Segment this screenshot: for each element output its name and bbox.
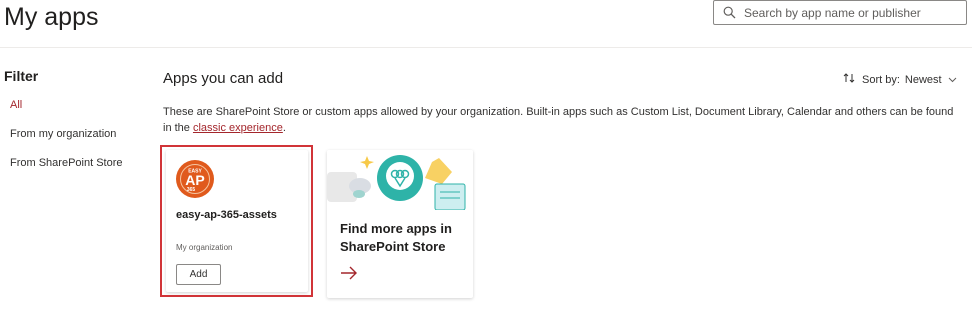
section-title: Apps you can add bbox=[163, 70, 284, 87]
chevron-down-icon bbox=[948, 77, 957, 83]
description-text: These are SharePoint Store or custom app… bbox=[163, 104, 963, 136]
filter-item-my-organization[interactable]: From my organization bbox=[10, 128, 116, 140]
header-divider bbox=[0, 47, 972, 48]
filter-item-sharepoint-store[interactable]: From SharePoint Store bbox=[10, 157, 123, 169]
sort-value: Newest bbox=[904, 73, 942, 86]
sort-control[interactable]: Sort by: Newest bbox=[843, 72, 957, 87]
selection-highlight bbox=[160, 145, 313, 297]
filter-item-all[interactable]: All bbox=[10, 99, 22, 111]
search-box[interactable] bbox=[713, 0, 967, 25]
page-title: My apps bbox=[4, 3, 99, 31]
classic-experience-link[interactable]: classic experience bbox=[193, 122, 283, 134]
filter-title: Filter bbox=[4, 68, 39, 84]
arrow-right-icon[interactable] bbox=[340, 266, 358, 285]
store-illustration-icon bbox=[327, 150, 473, 210]
description-suffix: . bbox=[282, 122, 286, 134]
sharepoint-store-card[interactable]: Find more apps in SharePoint Store bbox=[327, 150, 473, 298]
sort-arrows-icon bbox=[843, 72, 855, 87]
store-card-title: Find more apps in SharePoint Store bbox=[340, 221, 452, 254]
sort-label: Sort by: bbox=[862, 73, 900, 86]
search-icon bbox=[722, 6, 736, 20]
search-input[interactable] bbox=[744, 5, 954, 20]
